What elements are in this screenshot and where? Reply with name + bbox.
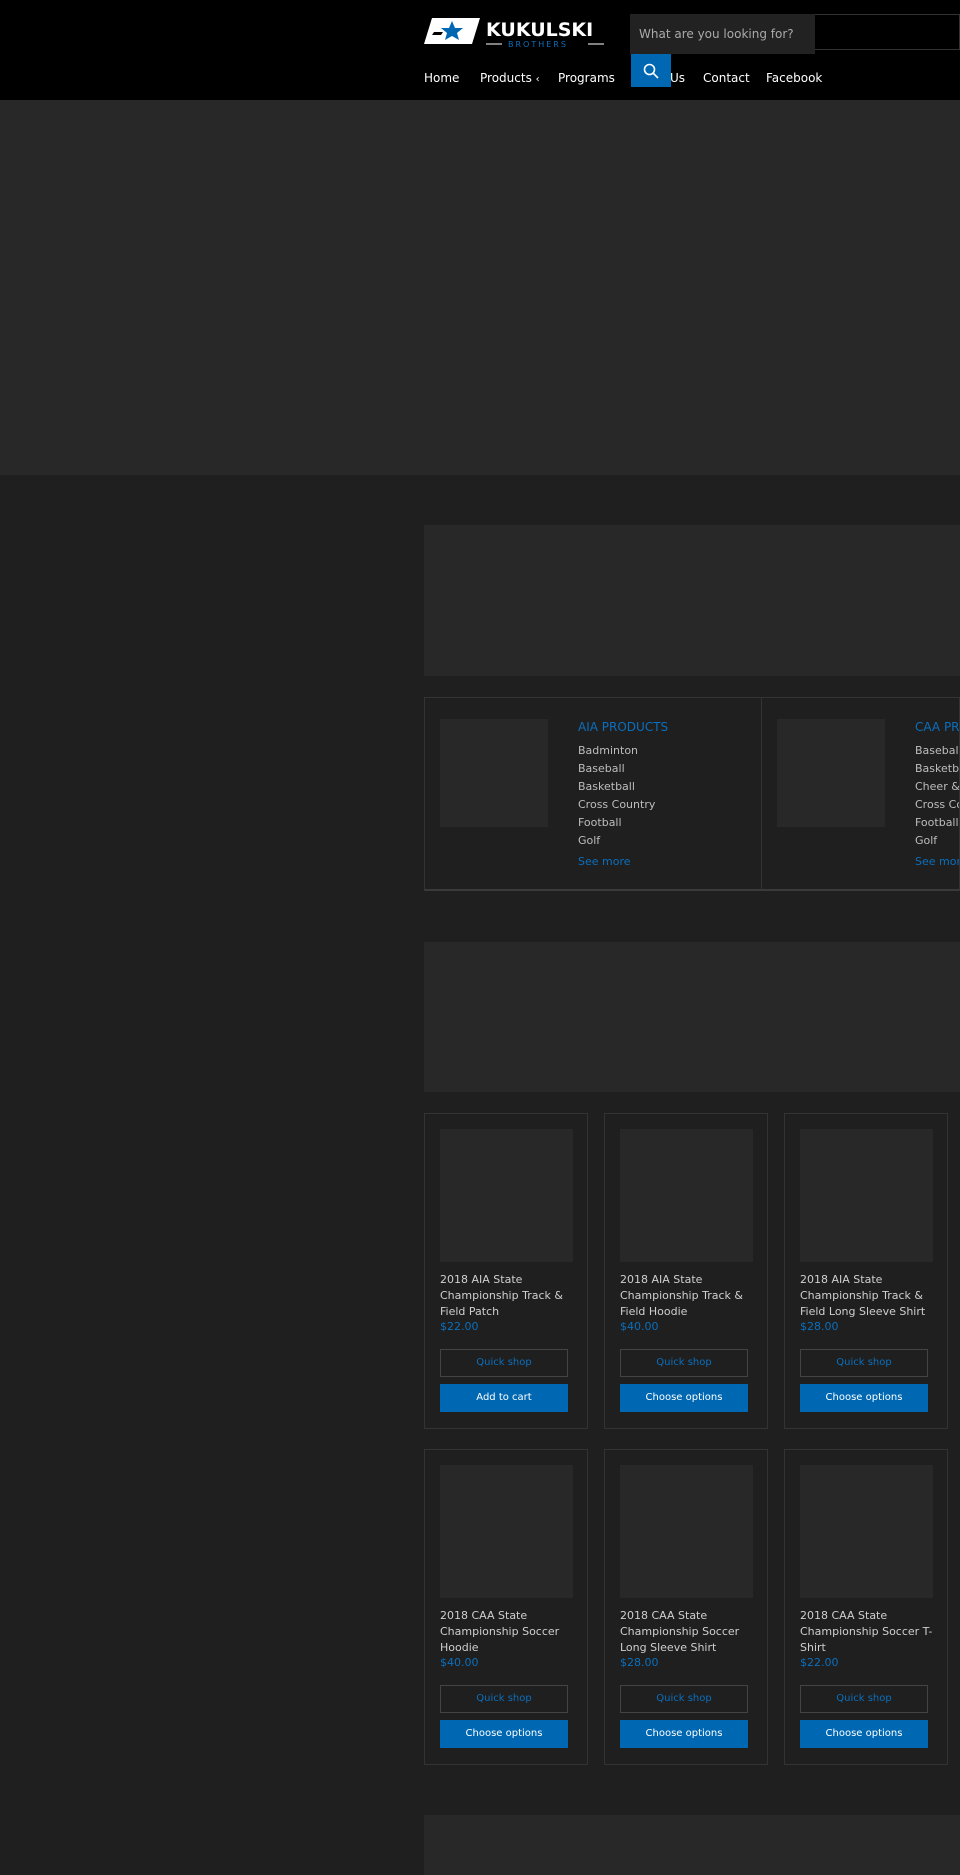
chevron-icon: ‹ xyxy=(535,74,540,85)
section-banner xyxy=(424,525,960,676)
product-title[interactable]: 2018 CAA State Championship Soccer Long … xyxy=(620,1608,754,1656)
brand-name: KUKULSKI xyxy=(486,19,593,41)
collection-link[interactable]: Football xyxy=(915,814,959,832)
see-more-link[interactable]: See more xyxy=(578,855,631,868)
brand-logo[interactable]: KUKULSKI BROTHERS xyxy=(424,14,612,49)
section-banner xyxy=(424,942,960,1092)
brand-tagline: BROTHERS xyxy=(508,40,568,48)
collection-links: Baseball Basketba Cheer & D Cross Cou Fo… xyxy=(915,742,959,850)
quick-shop-button[interactable]: Quick shop xyxy=(620,1685,748,1713)
collection-link[interactable]: Cheer & D xyxy=(915,778,959,796)
quick-shop-button[interactable]: Quick shop xyxy=(620,1349,748,1377)
product-title[interactable]: 2018 AIA State Championship Track & Fiel… xyxy=(620,1272,754,1320)
product-card: 2018 AIA State Championship Track & Fiel… xyxy=(784,1113,948,1429)
nav-item-home[interactable]: Home xyxy=(424,71,459,85)
see-more-link[interactable]: See more xyxy=(915,855,959,868)
collection-link[interactable]: Baseball xyxy=(578,760,655,778)
product-price: $22.00 xyxy=(800,1656,839,1669)
product-card: 2018 CAA State Championship Soccer Hoodi… xyxy=(424,1449,588,1765)
nav-item-facebook[interactable]: Facebook xyxy=(766,71,822,85)
product-title[interactable]: 2018 CAA State Championship Soccer Hoodi… xyxy=(440,1608,574,1656)
choose-options-button[interactable]: Choose options xyxy=(800,1384,928,1412)
collection-title[interactable]: CAA PRO xyxy=(915,720,959,734)
add-to-cart-button[interactable]: Add to cart xyxy=(440,1384,568,1412)
product-price: $40.00 xyxy=(620,1320,659,1333)
product-title[interactable]: 2018 AIA State Championship Track & Fiel… xyxy=(800,1272,934,1320)
product-title[interactable]: 2018 CAA State Championship Soccer T-Shi… xyxy=(800,1608,934,1656)
product-image[interactable] xyxy=(440,1465,573,1598)
collection-card: AIA PRODUCTS Badminton Baseball Basketba… xyxy=(425,698,761,889)
product-image[interactable] xyxy=(620,1465,753,1598)
collection-image[interactable] xyxy=(777,719,885,827)
collection-title[interactable]: AIA PRODUCTS xyxy=(578,720,668,734)
quick-shop-button[interactable]: Quick shop xyxy=(440,1349,568,1377)
collection-link[interactable]: Cross Cou xyxy=(915,796,959,814)
collection-link[interactable]: Golf xyxy=(578,832,655,850)
collection-links: Badminton Baseball Basketball Cross Coun… xyxy=(578,742,655,850)
nav-item-us[interactable]: Us xyxy=(670,71,685,85)
collection-link[interactable]: Cross Country xyxy=(578,796,655,814)
collection-link[interactable]: Basketba xyxy=(915,760,959,778)
choose-options-button[interactable]: Choose options xyxy=(620,1384,748,1412)
product-title[interactable]: 2018 AIA State Championship Track & Fiel… xyxy=(440,1272,574,1320)
quick-shop-button[interactable]: Quick shop xyxy=(800,1349,928,1377)
nav-item-products[interactable]: Products ‹ xyxy=(480,71,540,85)
product-card: 2018 CAA State Championship Soccer Long … xyxy=(604,1449,768,1765)
search-icon xyxy=(643,63,659,79)
choose-options-button[interactable]: Choose options xyxy=(440,1720,568,1748)
product-price: $28.00 xyxy=(800,1320,839,1333)
collection-card: CAA PRO Baseball Basketba Cheer & D Cros… xyxy=(762,698,959,889)
hero-banner xyxy=(0,100,960,475)
nav-item-products-label: Products xyxy=(480,71,532,85)
collection-link[interactable]: Basketball xyxy=(578,778,655,796)
search-button[interactable] xyxy=(631,54,671,87)
collection-link[interactable]: Baseball xyxy=(915,742,959,760)
logo-star-icon: KUKULSKI BROTHERS xyxy=(424,18,604,49)
product-image[interactable] xyxy=(620,1129,753,1262)
product-card: 2018 CAA State Championship Soccer T-Shi… xyxy=(784,1449,948,1765)
search-field-extension[interactable] xyxy=(815,14,960,50)
section-banner xyxy=(424,1815,960,1875)
product-price: $22.00 xyxy=(440,1320,479,1333)
choose-options-button[interactable]: Choose options xyxy=(620,1720,748,1748)
quick-shop-button[interactable]: Quick shop xyxy=(440,1685,568,1713)
product-price: $28.00 xyxy=(620,1656,659,1669)
collection-link[interactable]: Golf xyxy=(915,832,959,850)
quick-shop-button[interactable]: Quick shop xyxy=(800,1685,928,1713)
product-card: 2018 AIA State Championship Track & Fiel… xyxy=(424,1113,588,1429)
product-card: 2018 AIA State Championship Track & Fiel… xyxy=(604,1113,768,1429)
nav-item-programs[interactable]: Programs xyxy=(558,71,615,85)
nav-item-contact[interactable]: Contact xyxy=(703,71,750,85)
product-price: $40.00 xyxy=(440,1656,479,1669)
search-input[interactable]: What are you looking for? xyxy=(630,14,815,54)
collection-link[interactable]: Football xyxy=(578,814,655,832)
product-image[interactable] xyxy=(800,1129,933,1262)
product-image[interactable] xyxy=(440,1129,573,1262)
collection-image[interactable] xyxy=(440,719,548,827)
collection-link[interactable]: Badminton xyxy=(578,742,655,760)
collection-list: AIA PRODUCTS Badminton Baseball Basketba… xyxy=(424,697,960,891)
site-header: KUKULSKI BROTHERS What are you looking f… xyxy=(0,0,960,100)
product-image[interactable] xyxy=(800,1465,933,1598)
choose-options-button[interactable]: Choose options xyxy=(800,1720,928,1748)
